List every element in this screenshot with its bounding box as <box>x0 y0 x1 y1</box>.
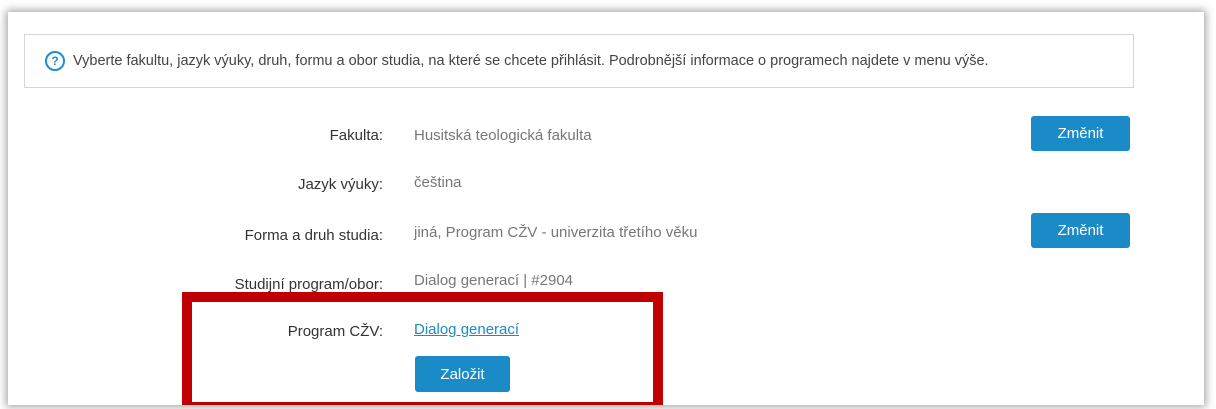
faculty-label: Fakulta: <box>329 127 383 144</box>
info-message-text: Vyberte fakultu, jazyk výuky, druh, form… <box>73 53 989 69</box>
question-circle-icon: ? <box>45 51 65 71</box>
change-faculty-button[interactable]: Změnit <box>1031 116 1130 151</box>
highlight-annotation-box <box>182 292 663 405</box>
study-form-value: jiná, Program CŽV - univerzita třetího v… <box>414 224 698 241</box>
faculty-value: Husitská teologická fakulta <box>414 127 592 144</box>
info-message-box: ? Vyberte fakultu, jazyk výuky, druh, fo… <box>24 34 1134 88</box>
study-program-value: Dialog generací | #2904 <box>414 272 574 289</box>
language-label: Jazyk výuky: <box>297 176 383 193</box>
change-study-form-button[interactable]: Změnit <box>1031 213 1130 248</box>
application-form-panel: ? Vyberte fakultu, jazyk výuky, druh, fo… <box>8 12 1204 405</box>
language-value: čeština <box>414 174 462 191</box>
study-form-label: Forma a druh studia: <box>244 227 383 244</box>
study-program-label: Studijní program/obor: <box>234 276 383 293</box>
